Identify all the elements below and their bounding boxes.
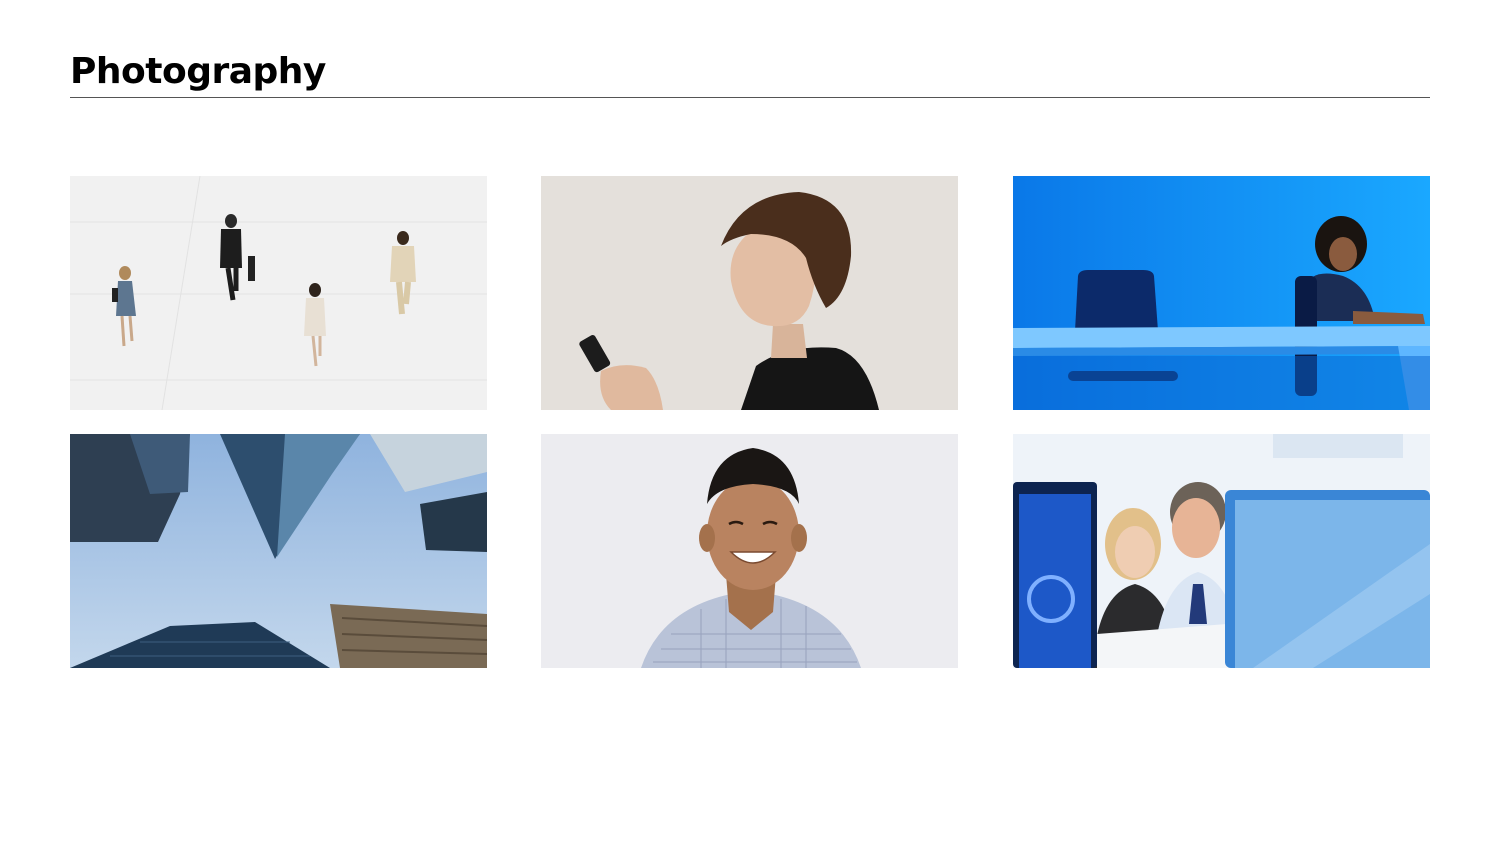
title-divider xyxy=(70,97,1430,98)
photo-smiling-man xyxy=(541,434,958,668)
photo-people-walking-overhead xyxy=(70,176,487,410)
photo-colleagues-at-monitors xyxy=(1013,434,1430,668)
woman-phone-image xyxy=(541,176,958,410)
skyscrapers-image xyxy=(70,434,487,668)
photo-woman-with-phone xyxy=(541,176,958,410)
colleagues-monitors-image xyxy=(1013,434,1430,668)
smiling-man-image xyxy=(541,434,958,668)
page-title: Photography xyxy=(70,51,326,92)
woman-desk-blue-image xyxy=(1013,176,1430,410)
photo-woman-at-desk-blue xyxy=(1013,176,1430,410)
people-walking-image xyxy=(70,176,487,410)
photo-skyscrapers-looking-up xyxy=(70,434,487,668)
